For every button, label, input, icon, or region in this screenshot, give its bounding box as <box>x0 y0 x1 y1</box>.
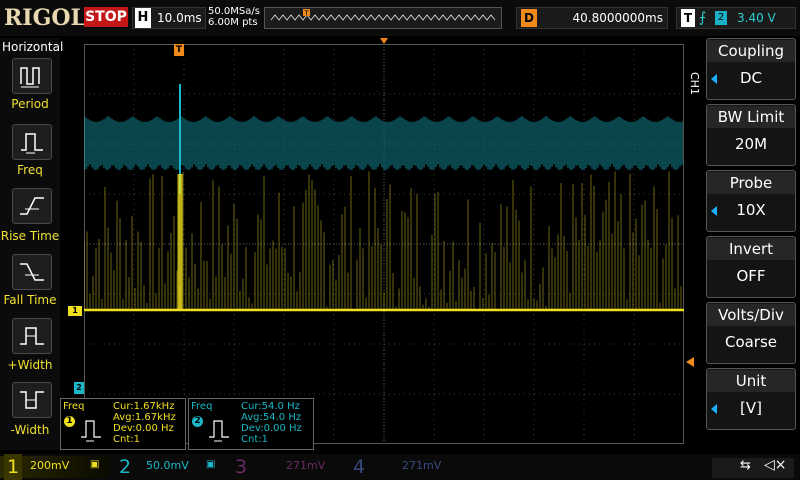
positive-width-label: +Width <box>7 358 53 372</box>
channel-badge: 1 <box>64 416 75 427</box>
unit-title: Unit <box>707 370 795 392</box>
ch2-number[interactable]: 2 <box>116 454 134 480</box>
ch3-scale: 271mV <box>286 459 326 472</box>
positive-width-icon <box>20 327 44 345</box>
menu-title: Horizontal <box>2 40 64 54</box>
bw-limit-title: BW Limit <box>707 106 795 128</box>
measurement-ch2-freq[interactable]: Freq 2 Cur:54.0 Hz Avg:54.0 Hz Dev:0.00 … <box>188 398 314 450</box>
fall-time-button[interactable] <box>12 254 52 290</box>
ch1-offset-marker[interactable]: 1 <box>68 306 82 316</box>
ch4-scale: 271mV <box>402 459 442 472</box>
run-stop-status[interactable]: STOP <box>84 7 128 27</box>
svg-text:T: T <box>304 10 310 18</box>
waveform-display[interactable] <box>84 44 684 444</box>
probe-title: Probe <box>707 172 795 194</box>
probe-value: 10X <box>736 201 766 219</box>
measure-count: Cnt:1 <box>241 434 268 445</box>
trigger-box[interactable]: T ⨍ 2 3.40 V <box>676 7 796 29</box>
frequency-icon <box>81 420 101 442</box>
invert-value: OFF <box>736 267 766 285</box>
brand-logo: RIGOL <box>4 5 86 31</box>
trigger-key: T <box>681 9 695 27</box>
positive-width-button[interactable] <box>12 318 52 354</box>
channel-badge: 2 <box>192 416 203 427</box>
bw-limit-value: 20M <box>734 135 768 153</box>
rising-edge-icon: ⨍ <box>699 10 707 26</box>
center-marker <box>380 38 388 44</box>
measure-deviation: Dev:0.00 Hz <box>113 423 174 434</box>
ch1-scale: 200mV <box>30 459 70 472</box>
measure-count: Cnt:1 <box>113 434 140 445</box>
measurement-title: Freq <box>63 401 85 412</box>
volts-div-button[interactable]: Volts/Div Coarse <box>706 302 796 364</box>
rise-time-icon <box>20 197 44 215</box>
unit-value: [V] <box>740 399 762 417</box>
ch2-bw-icon: ▣ <box>206 459 216 470</box>
rise-time-label: Rise Time <box>0 229 60 243</box>
volts-div-value: Coarse <box>724 333 778 351</box>
measurement-title: Freq <box>191 401 213 412</box>
ch4-number[interactable]: 4 <box>350 454 368 480</box>
ch1-bw-icon: ▣ <box>90 459 100 470</box>
memory-depth: 6.00M pts <box>208 17 258 28</box>
delay-box[interactable]: D 40.8000000ms <box>516 7 668 29</box>
channel-menu-panel: Coupling DC BW Limit 20M Probe 10X Inver… <box>702 38 800 450</box>
probe-button[interactable]: Probe 10X <box>706 170 796 232</box>
negative-width-icon <box>20 391 44 409</box>
frequency-button[interactable] <box>12 124 52 160</box>
trigger-source: 2 <box>715 11 727 25</box>
rise-time-button[interactable] <box>12 188 52 224</box>
measure-average: Avg:1.67kHz <box>113 412 176 423</box>
trigger-level-marker[interactable] <box>686 357 694 367</box>
fall-time-icon <box>20 263 44 281</box>
coupling-button[interactable]: Coupling DC <box>706 38 796 100</box>
fall-time-label: Fall Time <box>3 293 57 307</box>
memory-waveform-icon: T <box>270 9 496 21</box>
delay-value: 40.8000000ms <box>572 11 663 25</box>
period-label: Period <box>11 97 49 111</box>
ch2-offset-marker[interactable]: 2 <box>74 382 84 394</box>
bw-limit-button[interactable]: BW Limit 20M <box>706 104 796 166</box>
timebase-box[interactable]: H 10.0ms <box>132 7 206 29</box>
invert-title: Invert <box>707 238 795 260</box>
trigger-level: 3.40 V <box>737 11 776 25</box>
unit-button[interactable]: Unit [V] <box>706 368 796 430</box>
usb-icon: ⇆ <box>740 458 751 473</box>
measure-deviation: Dev:0.00 Hz <box>241 423 302 434</box>
speaker-mute-icon[interactable]: ◁× <box>764 457 787 473</box>
invert-button[interactable]: Invert OFF <box>706 236 796 298</box>
negative-width-button[interactable] <box>12 382 52 418</box>
negative-width-label: -Width <box>10 423 50 437</box>
coupling-title: Coupling <box>707 40 795 62</box>
delay-key: D <box>521 9 537 27</box>
frequency-label: Freq <box>17 163 43 177</box>
channel-tab: CH1 <box>688 72 701 95</box>
ch2-scale: 50.0mV <box>146 459 189 472</box>
timebase-value: 10.0ms <box>157 11 202 25</box>
memory-overview-strip[interactable]: T <box>264 7 502 29</box>
measure-average: Avg:54.0 Hz <box>241 412 302 423</box>
frequency-icon <box>21 133 43 154</box>
volts-div-title: Volts/Div <box>707 304 795 326</box>
measure-current: Cur:54.0 Hz <box>241 401 300 412</box>
trigger-position-marker[interactable]: T <box>174 44 184 56</box>
coupling-value: DC <box>739 69 763 87</box>
ch1-number: 1 <box>4 454 22 480</box>
period-button[interactable] <box>12 58 52 94</box>
ch3-number[interactable]: 3 <box>232 454 250 480</box>
horizontal-key: H <box>135 8 151 28</box>
frequency-icon <box>209 420 229 442</box>
sample-rate: 50.0MSa/s <box>208 6 260 17</box>
period-icon <box>20 67 40 88</box>
measurement-ch1-freq[interactable]: Freq 1 Cur:1.67kHz Avg:1.67kHz Dev:0.00 … <box>60 398 186 450</box>
measure-current: Cur:1.67kHz <box>113 401 175 412</box>
